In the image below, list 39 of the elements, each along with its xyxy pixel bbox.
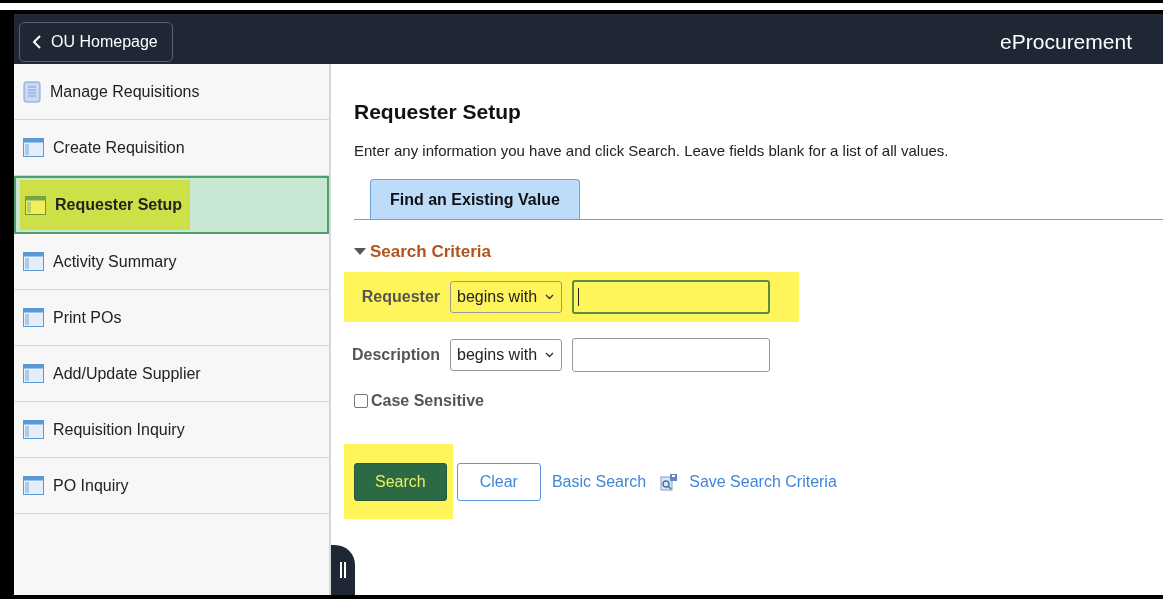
clear-button[interactable]: Clear xyxy=(456,463,541,501)
tab[interactable]: Find an Existing Value xyxy=(370,179,580,219)
link[interactable]: Save Search Criteria xyxy=(689,472,837,491)
chevron-down-icon xyxy=(545,294,555,300)
sidebar-item[interactable]: PO Inquiry xyxy=(14,458,329,514)
input-field[interactable] xyxy=(572,338,770,372)
input-field[interactable] xyxy=(572,280,770,314)
save-search-icon xyxy=(660,472,679,491)
window-icon xyxy=(23,308,44,327)
window-icon xyxy=(23,364,44,383)
field-label: Description xyxy=(351,346,440,364)
window-icon xyxy=(23,138,44,157)
window-icon xyxy=(25,195,46,215)
instructions-text: Enter any information you have and click Search. Leave fields blank for a list of all values. xyxy=(354,142,950,159)
operator-dropdown[interactable]: begins with xyxy=(450,281,562,313)
checkbox-label: Case Sensitive xyxy=(371,392,484,410)
sidebar-item[interactable]: Requester Setup xyxy=(14,176,329,234)
window-icon xyxy=(23,420,44,439)
sidebar-item[interactable]: Requisition Inquiry xyxy=(14,402,329,458)
operator-dropdown[interactable]: begins with xyxy=(450,339,562,371)
field-label: Requester xyxy=(360,288,440,306)
back-button[interactable]: OU Homepage xyxy=(19,21,173,62)
chevron-down-icon xyxy=(545,352,555,358)
checkbox[interactable] xyxy=(354,394,368,408)
chevron-left-icon xyxy=(32,34,42,49)
document-icon xyxy=(23,80,41,103)
window-icon xyxy=(23,252,44,271)
sidebar-item[interactable]: Activity Summary xyxy=(14,234,329,290)
search-button[interactable]: Search xyxy=(354,463,447,501)
sidebar-item[interactable]: Print POs xyxy=(14,290,329,346)
app-title: eProcurement xyxy=(1000,29,1132,54)
collapse-handle[interactable] xyxy=(331,545,355,595)
page-title: Requester Setup xyxy=(354,100,522,124)
sidebar-item[interactable]: Manage Requisitions xyxy=(14,64,329,120)
section-toggle[interactable]: Search Criteria xyxy=(354,242,491,262)
triangle-icon xyxy=(354,248,366,256)
window-icon xyxy=(23,476,44,495)
link[interactable]: Basic Search xyxy=(551,472,647,491)
sidebar-item[interactable]: Add/Update Supplier xyxy=(14,346,329,402)
